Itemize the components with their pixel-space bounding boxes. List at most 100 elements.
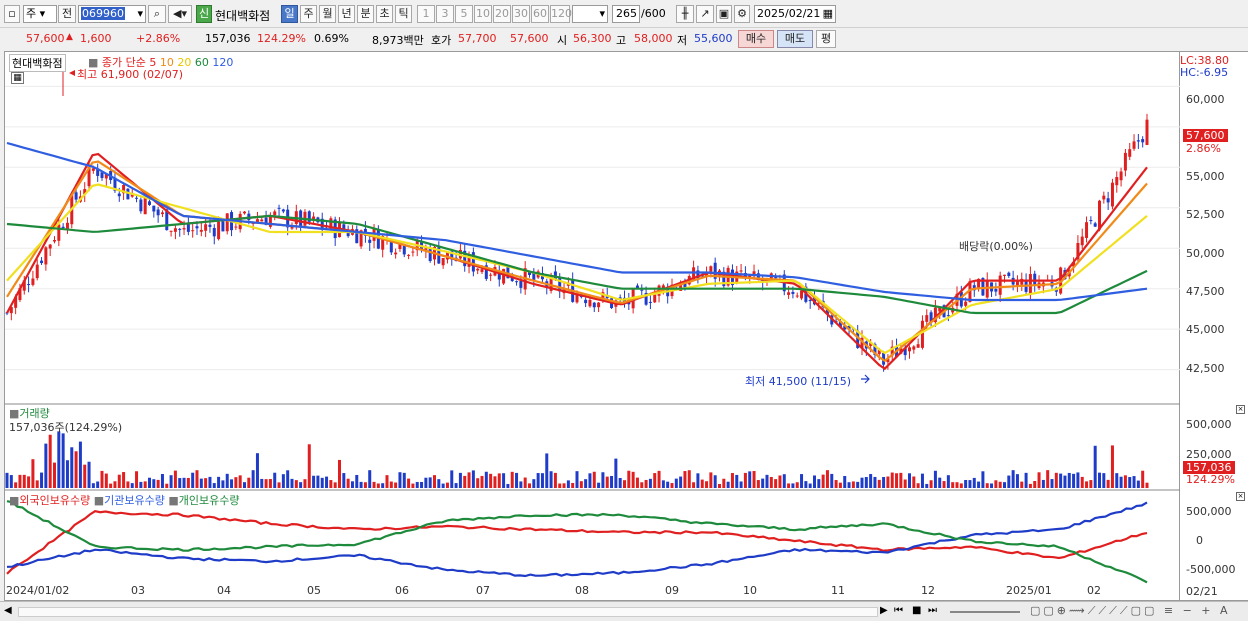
candle-body xyxy=(204,224,208,231)
volume-bar xyxy=(273,472,277,488)
volume-bar xyxy=(614,458,618,488)
volume-bar xyxy=(303,479,307,488)
volume-bar xyxy=(1050,479,1054,488)
chart-area[interactable]: 현대백화점 ■ 종가 단순 5 10 20 60 120 ▦ 최고 61,900… xyxy=(4,51,1181,601)
volume-bar xyxy=(977,481,981,488)
calendar-icon[interactable]: ▦ xyxy=(823,6,833,22)
stock-code-input[interactable]: 069960 ▾ xyxy=(78,5,146,23)
period-day[interactable]: 일 xyxy=(281,5,298,23)
date-input[interactable]: 2025/02/21 ▦ xyxy=(754,5,836,23)
volume-bar xyxy=(536,473,540,488)
volume-bar xyxy=(476,478,480,488)
volume-bar xyxy=(424,477,428,488)
window-icon[interactable]: ▫ xyxy=(4,5,20,23)
volume-bar xyxy=(204,478,208,488)
eval-button[interactable]: 평 xyxy=(816,30,836,48)
volume-bar xyxy=(169,475,173,488)
candle-body xyxy=(964,301,968,306)
volume-bar xyxy=(825,470,829,488)
table-icon[interactable]: ▦ xyxy=(11,72,24,84)
forward-icon[interactable]: ⏭ xyxy=(928,605,937,616)
quote-amount: 8,973백만 xyxy=(372,34,424,47)
period-second[interactable]: 초 xyxy=(376,5,393,23)
volume-bar xyxy=(143,481,147,488)
candle-body xyxy=(1003,274,1006,276)
volume-bar xyxy=(882,477,886,488)
scroll-left-icon[interactable]: ◀ xyxy=(4,605,12,616)
candle-icon[interactable]: ╫ xyxy=(676,5,694,23)
interval-20[interactable]: 20 xyxy=(493,5,511,23)
period-month[interactable]: 월 xyxy=(319,5,336,23)
interval-3[interactable]: 3 xyxy=(436,5,454,23)
volume-bar xyxy=(618,478,622,488)
volume-bar xyxy=(389,481,393,488)
high-label: 고 xyxy=(616,34,627,47)
volume-bar xyxy=(74,451,78,488)
sell-button[interactable]: 매도 xyxy=(777,30,813,48)
volume-bar xyxy=(160,474,164,488)
volume-bar xyxy=(765,474,769,488)
grid-lines xyxy=(5,85,1181,371)
zoom-slider[interactable] xyxy=(950,611,1020,613)
volume-bar xyxy=(670,483,674,488)
drawing-tools-icon[interactable]: ▢▢⊕⟿⟋⟋⟋⟋▢▢ ≡ − + A xyxy=(1030,604,1231,618)
interval-custom-select[interactable]: ▾ xyxy=(572,5,608,23)
stop-icon[interactable]: ■ xyxy=(912,605,921,616)
volume-bar xyxy=(1145,482,1149,488)
prev-button[interactable]: 전 xyxy=(58,5,76,23)
volume-bar xyxy=(122,472,126,488)
candle-body xyxy=(178,228,182,230)
volume-bar xyxy=(886,476,890,488)
interval-10[interactable]: 10 xyxy=(474,5,492,23)
buy-button[interactable]: 매수 xyxy=(738,30,774,48)
volume-bar xyxy=(726,481,730,488)
volume-bar xyxy=(9,475,13,488)
volume-bar xyxy=(994,480,998,488)
volume-bar xyxy=(1063,475,1067,488)
candle-body xyxy=(27,284,31,286)
volume-panel-close-icon[interactable]: × xyxy=(1236,405,1245,414)
volume-bar xyxy=(795,482,799,488)
trend-icon[interactable]: ↗ xyxy=(696,5,714,23)
type-select[interactable]: 주 ▾ xyxy=(23,5,57,23)
candle-body xyxy=(48,244,52,249)
speaker-icon[interactable]: ◀▾ xyxy=(168,5,192,23)
search-icon[interactable]: ⌕ xyxy=(148,5,166,23)
volume-bar xyxy=(251,470,255,488)
interval-5[interactable]: 5 xyxy=(455,5,473,23)
count-input[interactable]: 265 xyxy=(612,5,640,23)
volume-bar xyxy=(363,482,367,488)
volume-bar xyxy=(1011,470,1015,488)
period-minute[interactable]: 분 xyxy=(357,5,374,23)
interval-30[interactable]: 30 xyxy=(512,5,530,23)
candle-body xyxy=(795,295,799,297)
volume-bar xyxy=(808,483,812,488)
period-tick[interactable]: 틱 xyxy=(395,5,412,23)
period-week[interactable]: 주 xyxy=(300,5,317,23)
gear-icon[interactable]: ⚙ xyxy=(734,5,750,23)
volume-bar xyxy=(70,447,74,488)
volume-bar xyxy=(661,480,665,488)
volume-bar xyxy=(44,443,48,488)
volume-bar xyxy=(601,472,605,488)
low-note: 최저 41,500 (11/15) xyxy=(745,375,852,388)
horizontal-scrollbar[interactable] xyxy=(18,607,878,617)
candle-body xyxy=(53,239,56,242)
scroll-right-icon[interactable]: ▶ xyxy=(880,605,888,616)
interval-1[interactable]: 1 xyxy=(417,5,435,23)
period-year[interactable]: 년 xyxy=(338,5,355,23)
volume-bar xyxy=(1106,479,1110,488)
volume-bar xyxy=(683,471,687,488)
candle-body xyxy=(908,347,911,352)
high-price: 58,000 xyxy=(634,32,673,45)
interval-120[interactable]: 120 xyxy=(550,5,572,23)
ytick-47500: 47,500 xyxy=(1186,285,1225,298)
interval-60[interactable]: 60 xyxy=(531,5,549,23)
rewind-icon[interactable]: ⏮ xyxy=(894,605,903,616)
holdings-panel-close-icon[interactable]: × xyxy=(1236,492,1245,501)
candle-body xyxy=(212,227,216,237)
volume-bar xyxy=(709,472,713,488)
candle-body xyxy=(61,226,65,228)
volume-bar xyxy=(53,462,56,488)
save-icon[interactable]: ▣ xyxy=(716,5,732,23)
